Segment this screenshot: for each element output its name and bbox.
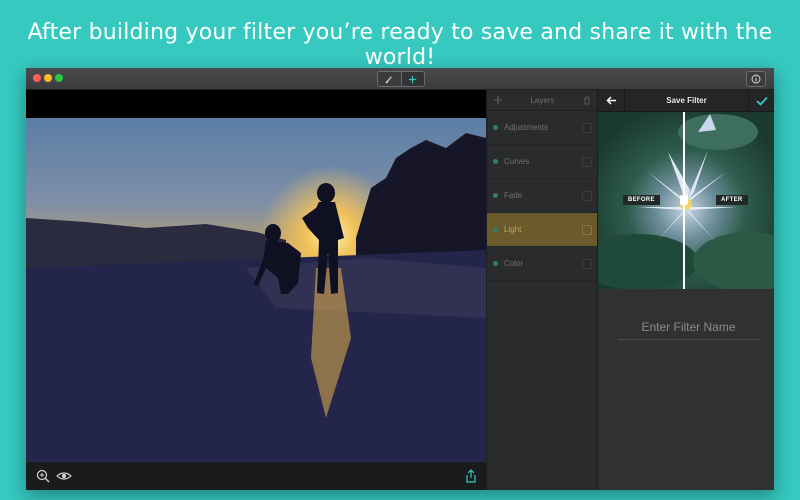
layer-item-fade[interactable]: Fade (487, 179, 598, 213)
title-bar (26, 68, 774, 90)
layer-label: Color (504, 259, 524, 268)
layers-title: Layers (530, 95, 555, 105)
share-icon[interactable] (463, 468, 479, 484)
eye-icon[interactable] (56, 468, 72, 484)
before-after-preview[interactable]: BEFORE AFTER (598, 112, 774, 289)
layers-header: Layers (487, 90, 598, 111)
back-arrow-icon (605, 96, 616, 105)
save-filter-title: Save Filter (666, 96, 707, 105)
layer-label: Adjustments (504, 123, 549, 132)
marketing-headline: After building your filter you’re ready … (27, 20, 773, 70)
before-label: BEFORE (623, 195, 660, 205)
info-icon (751, 74, 761, 84)
layer-status-dot (493, 193, 498, 198)
save-filter-header: Save Filter (598, 90, 774, 112)
layer-status-dot (493, 125, 498, 130)
photo-toolbar (26, 462, 486, 490)
layer-list: Adjustments Curves Fade Light Color (487, 111, 598, 281)
confirm-save-button[interactable] (748, 90, 774, 111)
sunset-photo-illustration (26, 133, 486, 462)
edit-mode-button[interactable] (378, 72, 401, 86)
layer-status-dot (493, 159, 498, 164)
brush-icon (385, 75, 392, 83)
back-button[interactable] (598, 90, 625, 111)
layer-item-adjustments[interactable]: Adjustments (487, 111, 598, 145)
mode-segmented-control (377, 71, 425, 87)
checkmark-icon (756, 96, 768, 106)
add-mode-button[interactable] (400, 72, 424, 86)
layer-item-color[interactable]: Color (487, 247, 598, 281)
layer-label: Fade (504, 191, 523, 200)
minimize-window-button[interactable] (44, 74, 52, 82)
after-label: AFTER (716, 195, 748, 205)
filter-name-input[interactable] (618, 315, 759, 340)
layer-item-curves[interactable]: Curves (487, 145, 598, 179)
split-handle[interactable] (680, 195, 688, 205)
layer-toggle-icon[interactable] (582, 224, 592, 235)
layer-toggle-icon[interactable] (582, 122, 592, 133)
photo-pane (26, 90, 486, 490)
layer-toggle-icon[interactable] (582, 258, 592, 269)
layer-status-dot (493, 227, 498, 232)
add-layer-icon[interactable] (493, 95, 503, 105)
layer-status-dot (493, 261, 498, 266)
info-button[interactable] (746, 71, 766, 87)
close-window-button[interactable] (33, 74, 41, 82)
layer-label: Light (504, 225, 522, 234)
save-filter-panel: Save Filter BEFORE AFTER Enter Filter Na… (597, 90, 774, 490)
zoom-window-button[interactable] (55, 74, 63, 82)
layer-toggle-icon[interactable] (582, 190, 592, 201)
app-window: Layers Adjustments Curves Fade Light Col… (26, 68, 774, 490)
photo-canvas[interactable] (26, 118, 486, 462)
trash-icon[interactable] (582, 95, 592, 105)
plus-icon (409, 75, 417, 83)
zoom-in-icon[interactable] (35, 468, 51, 484)
layer-toggle-icon[interactable] (582, 156, 592, 167)
layer-item-light[interactable]: Light (487, 213, 598, 247)
layer-label: Curves (504, 157, 530, 166)
layers-panel: Layers Adjustments Curves Fade Light Col… (486, 90, 598, 490)
